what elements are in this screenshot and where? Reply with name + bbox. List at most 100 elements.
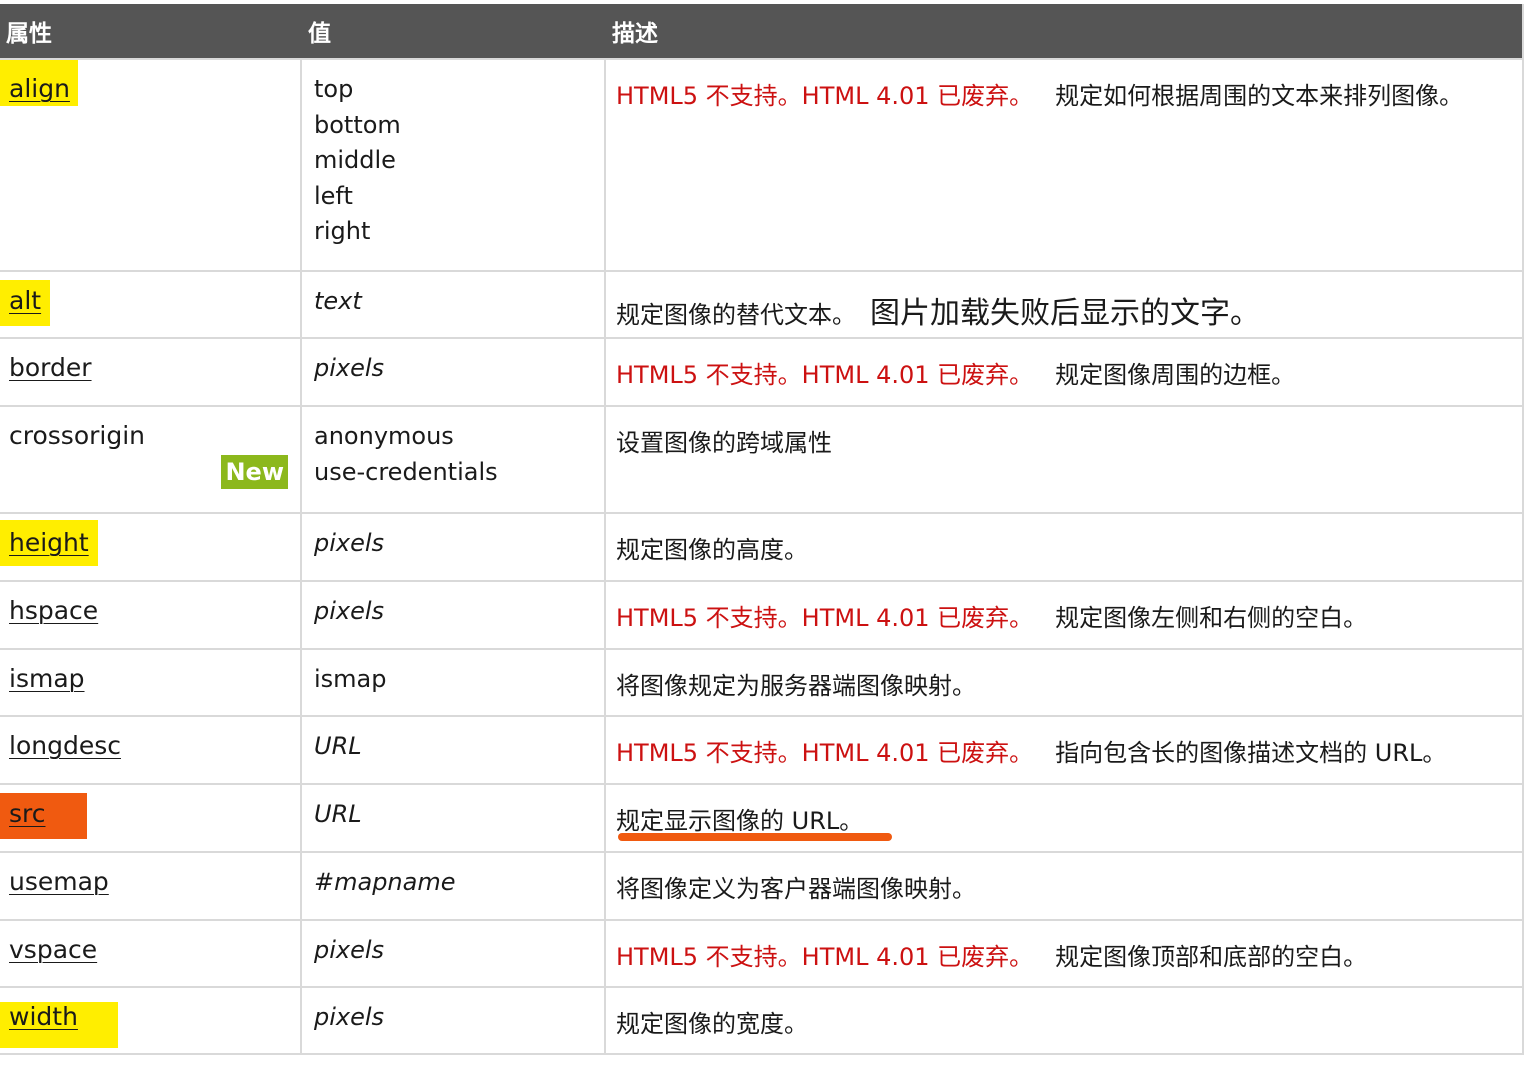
value-item: top — [314, 75, 354, 103]
attribute-cell: align — [0, 60, 302, 270]
value-cell: pixels — [302, 514, 606, 580]
header-attribute: 属性 — [6, 21, 52, 47]
table-body: align top bottom middle left right HTML5 不支持。H… — [0, 58, 1522, 1053]
attribute-link[interactable]: border — [9, 353, 92, 382]
value-cell: URL — [302, 785, 606, 851]
value-cell: pixels — [302, 339, 606, 405]
value-item: middle — [314, 146, 396, 174]
deprecated-note: HTML5 不支持。HTML 4.01 已废弃。 — [616, 82, 1034, 110]
description-cell: 将图像定义为客户器端图像映射。 — [606, 853, 1522, 919]
value-cell: URL — [302, 717, 606, 783]
value-item: pixels — [314, 597, 385, 625]
value-item: pixels — [314, 529, 385, 557]
header-value: 值 — [308, 21, 331, 47]
table-row-crossorigin: crossorigin New anonymous use-credentials 设置… — [0, 405, 1522, 512]
attribute-cell: height — [0, 514, 302, 580]
description-cell: 将图像规定为服务器端图像映射。 — [606, 650, 1522, 715]
attribute-cell: hspace — [0, 582, 302, 648]
description-cell: 规定显示图像的 URL。 — [606, 785, 1522, 851]
attribute-link[interactable]: align — [9, 74, 70, 103]
value-cell: #mapname — [302, 853, 606, 919]
attribute-cell: width — [0, 988, 302, 1053]
description-cell: HTML5 不支持。HTML 4.01 已废弃。 规定图像顶部和底部的空白。 — [606, 921, 1522, 986]
table-row-ismap: ismap ismap 将图像规定为服务器端图像映射。 — [0, 648, 1522, 715]
description-cell: HTML5 不支持。HTML 4.01 已废弃。 规定如何根据周围的文本来排列图像… — [606, 60, 1522, 270]
attribute-link[interactable]: width — [9, 1002, 78, 1031]
description-cell: 设置图像的跨域属性 — [606, 407, 1522, 512]
description-text: 规定图像顶部和底部的空白。 — [1055, 943, 1368, 971]
description-cell: HTML5 不支持。HTML 4.01 已废弃。 规定图像左侧和右侧的空白。 — [606, 582, 1522, 648]
value-item: text — [314, 287, 362, 315]
description-text: 指向包含长的图像描述文档的 URL。 — [1055, 739, 1447, 767]
attribute-link[interactable]: ismap — [9, 664, 85, 693]
value-item: bottom — [314, 110, 401, 139]
value-cell: text — [302, 272, 606, 337]
attribute-cell: alt — [0, 272, 302, 337]
table-row-border: border pixels HTML5 不支持。HTML 4.01 已废弃。 规定图像… — [0, 337, 1522, 405]
table-row-height: height pixels 规定图像的高度。 — [0, 512, 1522, 580]
attribute-cell: ismap — [0, 650, 302, 715]
attribute-cell: crossorigin New — [0, 407, 302, 512]
value-item: use-credentials — [314, 457, 498, 486]
value-cell: pixels — [302, 921, 606, 986]
value-item: anonymous — [314, 422, 454, 450]
description-cell: 规定图像的高度。 — [606, 514, 1522, 580]
value-item: #mapname — [314, 868, 456, 896]
description-cell: HTML5 不支持。HTML 4.01 已废弃。 规定图像周围的边框。 — [606, 339, 1522, 405]
handwritten-note: 图片加载失败后显示的文字。 — [870, 296, 1260, 331]
value-item: URL — [314, 732, 362, 760]
value-cell: pixels — [302, 988, 606, 1053]
annotation-underline — [618, 833, 892, 841]
table-header: 属性 值 描述 — [0, 4, 1522, 58]
description-text: 规定图像的高度。 — [616, 536, 808, 564]
description-text: 将图像定义为客户器端图像映射。 — [616, 875, 976, 903]
description-text: 规定图像的宽度。 — [616, 1010, 808, 1038]
attribute-link[interactable]: alt — [9, 286, 41, 315]
value-item: pixels — [314, 936, 385, 964]
value-cell: anonymous use-credentials — [302, 407, 606, 512]
attribute-link[interactable]: height — [9, 528, 89, 557]
attribute-cell: longdesc — [0, 717, 302, 783]
table-row-align: align top bottom middle left right HTML5 不支持。H… — [0, 58, 1522, 270]
attribute-cell: src — [0, 785, 302, 851]
table-row-hspace: hspace pixels HTML5 不支持。HTML 4.01 已废弃。 规定图像… — [0, 580, 1522, 648]
attribute-cell: border — [0, 339, 302, 405]
description-text: 规定图像左侧和右侧的空白。 — [1055, 604, 1368, 632]
table-row-longdesc: longdesc URL HTML5 不支持。HTML 4.01 已废弃。 指向包含长… — [0, 715, 1522, 783]
table-row-width: width pixels 规定图像的宽度。 — [0, 986, 1522, 1053]
description-text: 规定显示图像的 URL。 — [616, 807, 864, 835]
deprecated-note: HTML5 不支持。HTML 4.01 已废弃。 — [616, 361, 1034, 389]
value-cell: ismap — [302, 650, 606, 715]
new-badge: New — [221, 455, 288, 489]
description-text: 将图像规定为服务器端图像映射。 — [616, 672, 976, 700]
description-cell: 规定图像的替代文本。 图片加载失败后显示的文字。 — [606, 272, 1522, 337]
description-text: 规定图像的替代文本。 — [616, 301, 856, 329]
attribute-cell: vspace — [0, 921, 302, 986]
value-item: ismap — [314, 665, 387, 693]
attribute-link: crossorigin — [9, 421, 145, 450]
attribute-table: 属性 值 描述 align top bottom middle left right HTM… — [0, 4, 1524, 1055]
deprecated-note: HTML5 不支持。HTML 4.01 已废弃。 — [616, 604, 1034, 632]
attribute-link[interactable]: hspace — [9, 596, 98, 625]
attribute-link[interactable]: vspace — [9, 935, 97, 964]
description-text: 设置图像的跨域属性 — [616, 429, 832, 457]
attribute-link[interactable]: src — [9, 799, 46, 828]
value-item: pixels — [314, 354, 385, 382]
table-row-usemap: usemap #mapname 将图像定义为客户器端图像映射。 — [0, 851, 1522, 919]
value-item: right — [314, 217, 371, 245]
description-text: 规定如何根据周围的文本来排列图像。 — [1055, 82, 1464, 110]
value-item: left — [314, 181, 353, 210]
value-cell: top bottom middle left right — [302, 60, 606, 270]
table-row-vspace: vspace pixels HTML5 不支持。HTML 4.01 已废弃。 规定图像… — [0, 919, 1522, 986]
description-text: 规定图像周围的边框。 — [1055, 361, 1296, 389]
value-item: URL — [314, 800, 362, 828]
table-row-alt: alt text 规定图像的替代文本。 图片加载失败后显示的文字。 — [0, 270, 1522, 337]
attribute-cell: usemap — [0, 853, 302, 919]
attribute-link[interactable]: usemap — [9, 867, 109, 896]
deprecated-note: HTML5 不支持。HTML 4.01 已废弃。 — [616, 739, 1034, 767]
header-description: 描述 — [612, 21, 658, 47]
value-cell: pixels — [302, 582, 606, 648]
description-cell: 规定图像的宽度。 — [606, 988, 1522, 1053]
value-item: pixels — [314, 1003, 385, 1031]
attribute-link[interactable]: longdesc — [9, 731, 121, 760]
